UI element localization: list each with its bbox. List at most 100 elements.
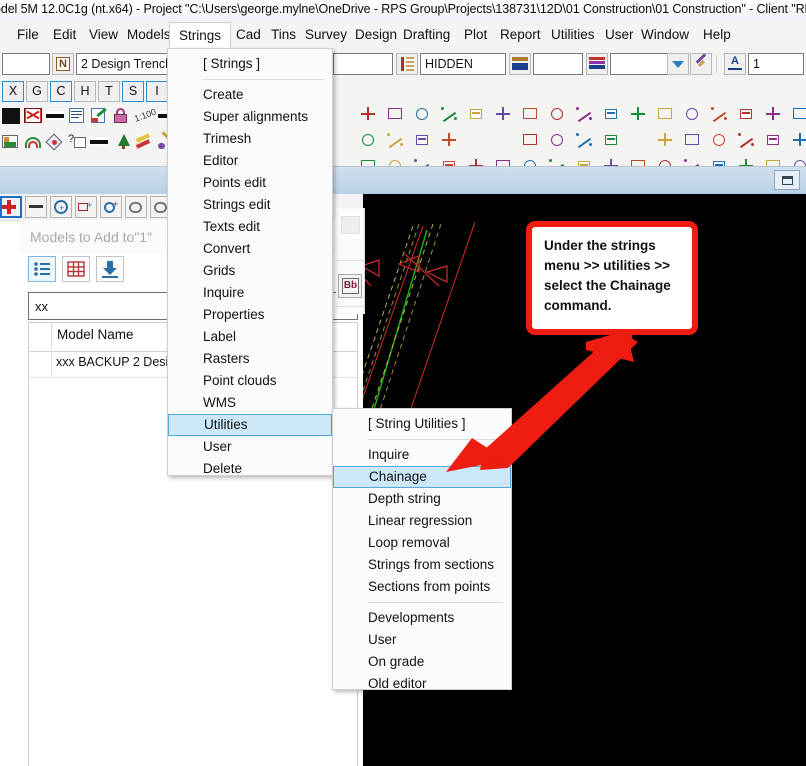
string-name-field[interactable]: 2 Design Trench: [76, 53, 172, 75]
menu-item-strings-edit[interactable]: Strings edit: [168, 194, 332, 216]
menu-item-delete[interactable]: Delete: [168, 458, 332, 480]
contour-icon[interactable]: [24, 134, 42, 150]
cad-tool-icon[interactable]: [522, 106, 540, 122]
menu-item-grids[interactable]: Grids: [168, 260, 332, 282]
model-field[interactable]: [2, 53, 50, 75]
menu-item-editor[interactable]: Editor: [168, 150, 332, 172]
cad-tool-icon[interactable]: [549, 106, 567, 122]
menu-item-trimesh[interactable]: Trimesh: [168, 128, 332, 150]
eyedropper-icon[interactable]: [690, 53, 712, 75]
submenu-item-loop-removal[interactable]: Loop removal: [333, 532, 511, 554]
cad-tool-icon[interactable]: [765, 132, 783, 148]
zoom-extent-icon[interactable]: +: [75, 196, 97, 218]
toggle-X[interactable]: X: [2, 81, 24, 102]
menu-item-point-clouds[interactable]: Point clouds: [168, 370, 332, 392]
cad-tool-icon[interactable]: [360, 106, 378, 122]
submenu-item-old-editor[interactable]: Old editor: [333, 673, 511, 695]
list-view-icon[interactable]: [28, 256, 56, 282]
child-title-bar[interactable]: 1: [0, 167, 806, 196]
submenu-item-on-grade[interactable]: On grade: [333, 651, 511, 673]
menu-item-texts-edit[interactable]: Texts edit: [168, 216, 332, 238]
layer-field[interactable]: [610, 53, 668, 75]
menu-item-create[interactable]: Create: [168, 84, 332, 106]
submenu-item-strings-from-sections[interactable]: Strings from sections: [333, 554, 511, 576]
submenu-item-user[interactable]: User: [333, 629, 511, 651]
add-model-icon[interactable]: [0, 196, 22, 218]
cad-tool-icon[interactable]: [360, 132, 378, 148]
restore-window-icon[interactable]: [774, 170, 800, 190]
cad-tool-icon[interactable]: [576, 132, 594, 149]
strip-blank-button[interactable]: [341, 216, 360, 234]
cad-tool-icon[interactable]: [657, 106, 675, 122]
menu-item-rasters[interactable]: Rasters: [168, 348, 332, 370]
download-icon[interactable]: [96, 256, 124, 282]
cad-tool-icon[interactable]: [576, 106, 594, 123]
cad-tool-icon[interactable]: [630, 106, 648, 122]
menu-window[interactable]: Window: [632, 22, 698, 48]
delete-string-icon[interactable]: [24, 108, 42, 124]
line-style-icon[interactable]: [509, 53, 531, 75]
zoom-previous-icon[interactable]: [125, 196, 147, 218]
apply-style-icon[interactable]: [135, 133, 154, 150]
cad-tool-icon[interactable]: [414, 106, 432, 122]
cad-tool-icon[interactable]: [603, 132, 621, 148]
menu-item-inquire[interactable]: Inquire: [168, 282, 332, 304]
menu-report[interactable]: Report: [491, 22, 550, 48]
remove-model-icon[interactable]: [25, 196, 47, 218]
menu-help[interactable]: Help: [694, 22, 740, 48]
line-weight-icon[interactable]: [46, 111, 64, 120]
query-icon[interactable]: ?: [68, 134, 86, 150]
cad-tool-icon[interactable]: [495, 106, 513, 122]
line-weight3-icon[interactable]: [90, 137, 108, 146]
toggle-H[interactable]: H: [74, 81, 96, 102]
menu-item-label[interactable]: Label: [168, 326, 332, 348]
menu-item-user[interactable]: User: [168, 436, 332, 458]
menu-drafting[interactable]: Drafting: [394, 22, 459, 48]
menu-item-wms[interactable]: WMS: [168, 392, 332, 414]
zoom-in-icon[interactable]: +: [50, 196, 72, 218]
cad-tool-icon[interactable]: [765, 106, 783, 122]
menu-item-super-alignments[interactable]: Super alignments: [168, 106, 332, 128]
model-name-icon[interactable]: N: [52, 53, 74, 75]
cad-tool-icon[interactable]: [603, 106, 621, 122]
menu-item-properties[interactable]: Properties: [168, 304, 332, 326]
chevron-down-icon[interactable]: [667, 53, 689, 75]
cad-tool-icon[interactable]: [738, 132, 756, 149]
cad-tool-icon[interactable]: [387, 132, 405, 149]
colour-bar-icon[interactable]: [586, 53, 608, 75]
toggle-T[interactable]: T: [98, 81, 120, 102]
report-icon[interactable]: [68, 108, 86, 124]
cad-tool-icon[interactable]: [792, 106, 806, 122]
cad-tool-icon[interactable]: [441, 132, 459, 148]
cad-tool-icon[interactable]: [684, 106, 702, 122]
cad-tool-icon[interactable]: [387, 106, 405, 122]
submenu-item-sections-from-points[interactable]: Sections from points: [333, 576, 511, 598]
cad-tool-icon[interactable]: [441, 106, 459, 123]
colour-field[interactable]: [533, 53, 583, 75]
text-size-icon[interactable]: A: [724, 53, 746, 75]
cad-tool-icon[interactable]: [792, 132, 806, 148]
lock-icon[interactable]: [112, 108, 130, 124]
blocks-icon[interactable]: Bb: [338, 274, 362, 298]
cad-tool-icon[interactable]: [414, 132, 432, 148]
submenu-item-linear-regression[interactable]: Linear regression: [333, 510, 511, 532]
menu-item-points-edit[interactable]: Points edit: [168, 172, 332, 194]
cad-tool-icon[interactable]: [711, 132, 729, 148]
column-model-name[interactable]: Model Name: [57, 327, 134, 342]
tree-icon[interactable]: [114, 134, 132, 150]
text-size-field[interactable]: 1: [748, 53, 804, 75]
menu-strings[interactable]: Strings: [169, 22, 232, 48]
chainage-field[interactable]: [333, 53, 393, 75]
menu-utilities[interactable]: Utilities: [542, 22, 604, 48]
row-gutter[interactable]: [29, 351, 52, 376]
cad-tool-icon[interactable]: [468, 106, 486, 122]
cad-tool-icon[interactable]: [684, 132, 702, 148]
z-order-icon[interactable]: [396, 53, 418, 75]
cad-tool-icon[interactable]: [657, 132, 675, 148]
toggle-G[interactable]: G: [26, 81, 48, 102]
menu-item-convert[interactable]: Convert: [168, 238, 332, 260]
toggle-I[interactable]: I: [146, 81, 168, 102]
cad-tool-icon[interactable]: [549, 132, 567, 148]
tin-properties-icon[interactable]: [45, 133, 64, 151]
edit-report-icon[interactable]: [90, 107, 108, 124]
